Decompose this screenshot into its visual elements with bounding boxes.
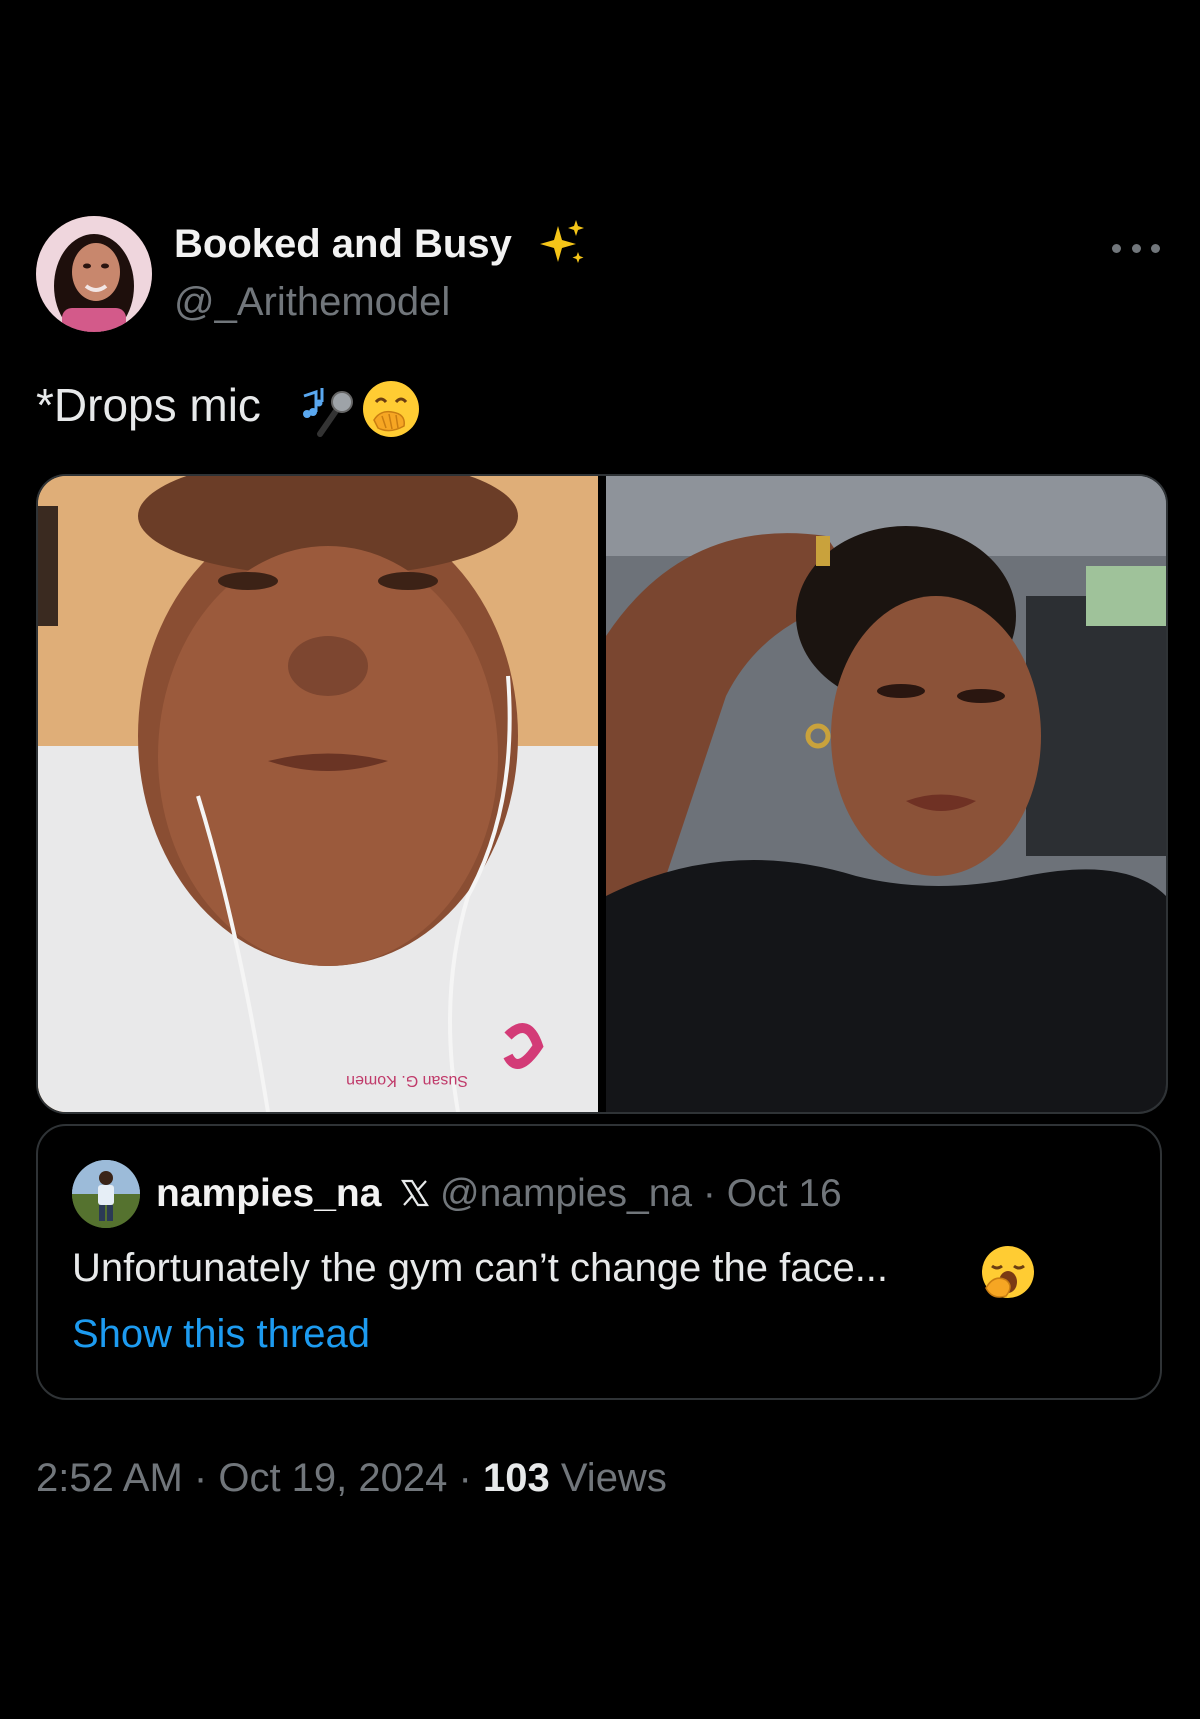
more-dot-icon [1131, 243, 1141, 253]
after-photo-icon [606, 476, 1166, 1112]
quoted-author-name[interactable]: nampies_na [156, 1172, 381, 1216]
more-dot-icon [1112, 243, 1121, 253]
before-photo-icon: Susan G. Komen [38, 476, 598, 1112]
author-display-name[interactable]: Booked and Busy [174, 222, 512, 267]
tweet-time[interactable]: 2:52 AM [36, 1456, 183, 1500]
yawning-face-icon [982, 1246, 1034, 1298]
tweet-meta: 2:52 AM · Oct 19, 2024 · 103 Views [36, 1456, 667, 1501]
quoted-avatar-photo-icon [72, 1160, 140, 1228]
quoted-handle-date: @nampies_na · Oct 16 [440, 1172, 842, 1216]
meta-separator: · [458, 1456, 472, 1500]
media-photo-right[interactable] [606, 476, 1166, 1112]
quoted-date[interactable]: Oct 16 [727, 1172, 842, 1215]
views-count[interactable]: 103 [483, 1456, 550, 1500]
tweet-text: *Drops mic [36, 379, 261, 431]
meta-separator: · [193, 1456, 208, 1500]
tweet-screen: Booked and Busy @_Arithemodel *Drops mic [0, 0, 1200, 1719]
quoted-tweet-card[interactable]: nampies_na @nampies_na · Oct 16 Unfortun… [36, 1124, 1162, 1400]
tweet-date[interactable]: Oct 19, 2024 [218, 1456, 447, 1500]
views-label: Views [560, 1456, 667, 1500]
sparkles-icon [540, 220, 584, 263]
show-thread-link[interactable]: Show this thread [72, 1312, 370, 1357]
media-photo-left[interactable]: Susan G. Komen [38, 476, 598, 1112]
quoted-tweet-text: Unfortunately the gym can’t change the f… [72, 1246, 889, 1290]
shirt-print-text: Susan G. Komen [346, 1072, 468, 1089]
x-logo-icon [401, 1179, 429, 1207]
hand-over-mouth-icon [363, 381, 419, 437]
microphone-music-icon [303, 388, 353, 437]
avatar-photo-icon [36, 216, 152, 332]
author-handle[interactable]: @_Arithemodel [174, 280, 450, 325]
quoted-author-avatar[interactable] [72, 1160, 140, 1228]
author-avatar[interactable] [36, 216, 152, 332]
more-dot-icon [1151, 243, 1160, 253]
more-options-button[interactable] [1112, 228, 1160, 268]
quoted-handle[interactable]: @nampies_na [440, 1172, 692, 1215]
quoted-separator: · [702, 1172, 716, 1215]
tweet-media[interactable]: Susan G. Komen [36, 474, 1168, 1114]
